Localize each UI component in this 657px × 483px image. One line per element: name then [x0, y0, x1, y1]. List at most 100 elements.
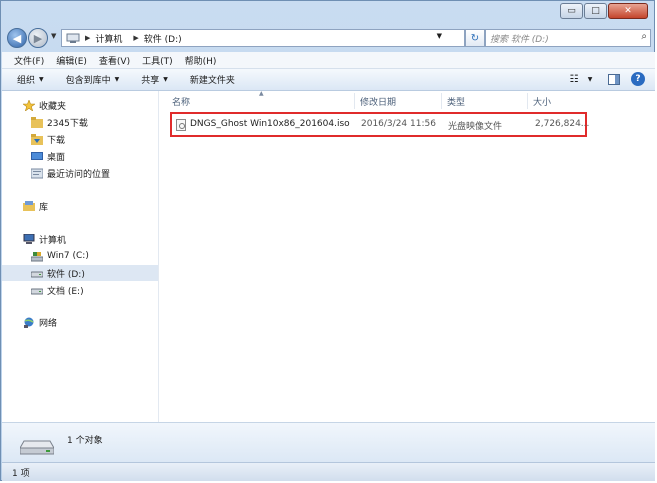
column-header-size[interactable]: 大小 [533, 95, 551, 108]
view-controls: ☷ ▼ ? [557, 72, 645, 86]
menu-bar: 文件(F) 编辑(E) 查看(V) 工具(T) 帮助(H) [2, 52, 655, 69]
details-pane: 1 个对象 [2, 422, 655, 462]
library-icon [23, 200, 35, 212]
menu-help[interactable]: 帮助(H) [185, 54, 217, 67]
menu-view[interactable]: 查看(V) [99, 54, 130, 67]
nav-libraries-label: 库 [39, 202, 49, 213]
network-icon [23, 317, 35, 328]
file-row-iso[interactable]: DNGS_Ghost Win10x86_201604.iso 2016/3/24… [170, 112, 590, 137]
menu-edit[interactable]: 编辑(E) [56, 54, 87, 67]
view-icon[interactable]: ☷ [567, 72, 581, 86]
explorer-window: ▭ □ ✕ ◀ ▶ ▼ ▶ 计算机 ▶ 软件 (D:) ▼ ↻ 搜索 软件 (D… [0, 0, 655, 481]
breadcrumb-computer[interactable]: 计算机 [95, 32, 122, 45]
window-controls: ▭ □ ✕ [559, 3, 648, 19]
back-icon: ◀ [12, 31, 22, 45]
nav-drive-c[interactable]: Win7 (C:) [2, 248, 158, 264]
star-icon [22, 98, 36, 112]
minimize-button[interactable]: ▭ [560, 3, 583, 19]
sort-ascending-icon: ▲ [259, 90, 264, 97]
breadcrumb-separator: ▶ [85, 34, 91, 42]
nav-favorites-label: 收藏夹 [39, 101, 67, 112]
column-header-type[interactable]: 类型 [447, 95, 465, 108]
file-size: 2,726,824... [535, 119, 590, 129]
column-divider[interactable] [441, 93, 442, 109]
organize-button[interactable]: 组织 ▼ [17, 73, 44, 86]
organize-label: 组织 [17, 76, 36, 86]
maximize-icon: □ [591, 6, 600, 16]
file-list: 名称 ▲ 修改日期 类型 大小 DNGS_Ghost Win10x86_2016… [159, 90, 655, 422]
maximize-button[interactable]: □ [584, 3, 607, 19]
address-dropdown[interactable]: ▼ [437, 32, 442, 40]
drive-icon [30, 268, 44, 279]
download-folder-icon [31, 133, 43, 145]
address-bar[interactable]: ▶ 计算机 ▶ 软件 (D:) ▼ [61, 29, 465, 47]
preview-pane-icon[interactable] [607, 72, 621, 86]
close-icon: ✕ [624, 6, 632, 16]
nav-item-label: Win7 (C:) [47, 251, 89, 261]
new-folder-label: 新建文件夹 [189, 76, 235, 86]
nav-network-label: 网络 [39, 318, 58, 329]
nav-item-label: 软件 (D:) [47, 269, 85, 280]
refresh-button[interactable]: ↻ [465, 29, 485, 47]
nav-item-downloads[interactable]: 下载 [2, 131, 158, 147]
drive-icon [30, 285, 44, 296]
nav-computer[interactable]: 计算机 [2, 231, 158, 247]
column-header-modified[interactable]: 修改日期 [360, 95, 396, 108]
breadcrumb-separator: ▶ [133, 34, 139, 42]
nav-item-desktop[interactable]: 桌面 [2, 148, 158, 164]
nav-item-label: 2345下载 [47, 118, 88, 129]
chevron-down-icon: ▼ [163, 76, 168, 83]
status-bar: 1 项 [2, 462, 655, 481]
search-placeholder: 搜索 软件 (D:) [490, 34, 549, 45]
refresh-icon: ↻ [470, 32, 480, 44]
forward-button[interactable]: ▶ [28, 28, 48, 48]
view-dropdown-icon[interactable]: ▼ [583, 72, 597, 86]
status-text: 1 项 [12, 468, 30, 479]
nav-item-label: 桌面 [47, 152, 66, 163]
minimize-icon: ▭ [567, 6, 576, 16]
nav-favorites[interactable]: 收藏夹 [2, 97, 158, 113]
nav-drive-e[interactable]: 文档 (E:) [2, 282, 158, 298]
column-divider[interactable] [527, 93, 528, 109]
menu-tools[interactable]: 工具(T) [142, 54, 173, 67]
column-header-name[interactable]: 名称 [172, 95, 190, 108]
menu-file[interactable]: 文件(F) [14, 54, 44, 67]
address-row: ◀ ▶ ▼ ▶ 计算机 ▶ 软件 (D:) ▼ ↻ 搜索 软件 (D:) ⌕ [7, 27, 651, 49]
recent-icon [30, 168, 44, 179]
close-button[interactable]: ✕ [608, 3, 648, 19]
nav-item-2345-download[interactable]: 2345下载 [2, 114, 158, 130]
folder-icon [31, 116, 43, 128]
system-drive-icon [30, 251, 44, 262]
computer-small-icon [66, 33, 80, 43]
share-button[interactable]: 共享 ▼ [141, 73, 168, 86]
file-name: DNGS_Ghost Win10x86_201604.iso [190, 119, 350, 129]
file-type: 光盘映像文件 [448, 122, 503, 132]
chevron-down-icon: ▼ [39, 76, 44, 83]
disc-image-icon [176, 119, 186, 131]
drive-large-icon [19, 437, 55, 458]
forward-icon: ▶ [33, 31, 43, 45]
share-label: 共享 [141, 76, 160, 86]
chevron-down-icon: ▼ [114, 76, 120, 83]
nav-item-recent-places[interactable]: 最近访问的位置 [2, 165, 158, 181]
nav-item-label: 最近访问的位置 [47, 169, 111, 180]
include-library-label: 包含到库中 [65, 76, 111, 86]
search-icon[interactable]: ⌕ [641, 31, 647, 42]
new-folder-button[interactable]: 新建文件夹 [190, 73, 235, 86]
nav-computer-label: 计算机 [39, 235, 67, 246]
include-in-library-button[interactable]: 包含到库中 ▼ [66, 73, 120, 86]
nav-libraries[interactable]: 库 [2, 198, 158, 214]
nav-network[interactable]: 网络 [2, 314, 158, 330]
search-input[interactable]: 搜索 软件 (D:) ⌕ [485, 29, 651, 47]
breadcrumb-drive-d[interactable]: 软件 (D:) [144, 32, 182, 45]
computer-icon [23, 233, 35, 245]
desktop-icon [31, 151, 43, 162]
nav-item-label: 文档 (E:) [47, 286, 84, 297]
back-button[interactable]: ◀ [7, 28, 27, 48]
recent-pages-dropdown[interactable]: ▼ [51, 32, 56, 40]
command-bar: 组织 ▼ 包含到库中 ▼ 共享 ▼ 新建文件夹 ☷ ▼ ? [2, 69, 655, 91]
column-divider[interactable] [354, 93, 355, 109]
help-icon[interactable]: ? [631, 72, 645, 86]
nav-drive-d[interactable]: 软件 (D:) [2, 265, 158, 281]
nav-item-label: 下载 [47, 135, 66, 146]
